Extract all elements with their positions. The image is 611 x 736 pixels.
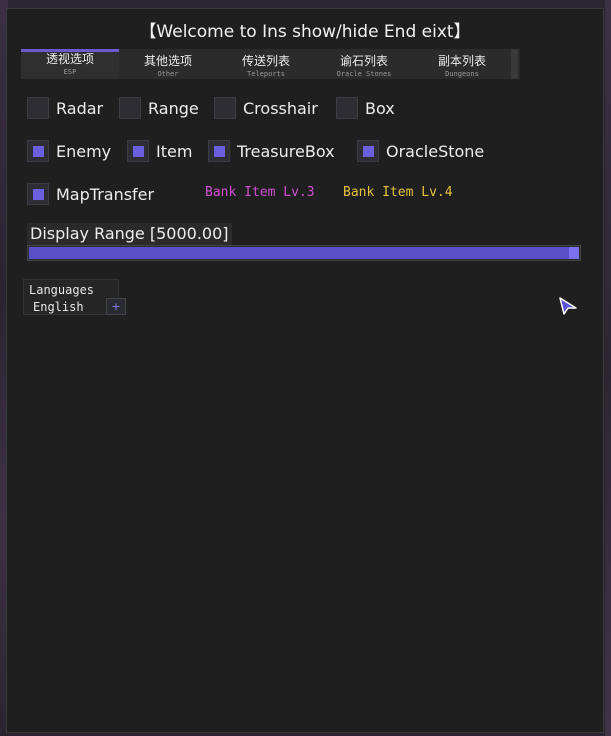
enemy-checkbox[interactable]	[27, 140, 49, 162]
tab-sublabel: ESP	[63, 68, 77, 76]
tab-label: 传送列表	[241, 54, 290, 68]
option-treasurebox[interactable]: TreasureBox	[208, 139, 335, 163]
tab-sublabel: Dungeons	[445, 70, 479, 78]
tab-sublabel: Other	[157, 70, 179, 78]
option-box[interactable]: Box	[336, 96, 395, 120]
option-item[interactable]: Item	[127, 139, 192, 163]
radar-label: Radar	[56, 98, 104, 118]
tab-label: 其他选项	[143, 54, 192, 68]
option-oraclestone[interactable]: OracleStone	[357, 139, 484, 163]
item-label: Item	[156, 141, 193, 161]
languages-selected-value: English	[33, 300, 84, 314]
option-radar[interactable]: Radar	[27, 96, 103, 120]
maptransfer-checkbox[interactable]	[27, 183, 49, 205]
slider-grab-handle[interactable]	[569, 247, 579, 259]
radar-checkbox[interactable]	[27, 97, 49, 119]
tab-teleports[interactable]: 传送列表 Teleports	[217, 49, 315, 79]
tab-bar: 透视选项 ESP 其他选项 Other 传送列表 Teleports 谕石列表 …	[21, 49, 520, 79]
box-checkbox[interactable]	[336, 97, 358, 119]
tab-sublabel: Teleports	[247, 70, 285, 78]
option-range[interactable]: Range	[119, 96, 199, 120]
crosshair-checkbox[interactable]	[214, 97, 236, 119]
box-label: Box	[365, 98, 395, 118]
tab-other[interactable]: 其他选项 Other	[119, 49, 217, 79]
enemy-label: Enemy	[56, 141, 112, 161]
tab-label: 副本列表	[437, 54, 486, 68]
range-checkbox[interactable]	[119, 97, 141, 119]
bank-item-lv4-label: Bank Item Lv.4	[343, 185, 453, 200]
tab-bar-end	[511, 49, 518, 79]
tab-label: 透视选项	[45, 52, 94, 66]
treasurebox-checkbox[interactable]	[208, 140, 230, 162]
display-range-label: Display Range [5000.00]	[27, 223, 232, 245]
tab-oracle-stones[interactable]: 谕石列表 Oracle Stones	[315, 49, 413, 79]
slider-fill	[29, 247, 579, 259]
option-enemy[interactable]: Enemy	[27, 139, 111, 163]
item-checkbox[interactable]	[127, 140, 149, 162]
languages-expand-button[interactable]: +	[106, 298, 126, 315]
display-range-slider[interactable]	[27, 245, 581, 261]
treasurebox-label: TreasureBox	[237, 141, 335, 161]
cheat-menu-window: 【Welcome to Ins show/hide End eixt】 透视选项…	[6, 8, 604, 733]
window-title: 【Welcome to Ins show/hide End eixt】	[139, 22, 471, 42]
languages-title: Languages	[29, 283, 95, 297]
tab-esp[interactable]: 透视选项 ESP	[21, 49, 119, 79]
tab-dungeons[interactable]: 副本列表 Dungeons	[413, 49, 511, 79]
range-label: Range	[148, 98, 199, 118]
option-crosshair[interactable]: Crosshair	[214, 96, 318, 120]
mouse-cursor-icon	[559, 297, 577, 315]
option-maptransfer[interactable]: MapTransfer	[27, 182, 154, 206]
maptransfer-label: MapTransfer	[56, 184, 155, 204]
background-right	[605, 0, 611, 736]
oraclestone-label: OracleStone	[386, 141, 485, 161]
oraclestone-checkbox[interactable]	[357, 140, 379, 162]
languages-combo[interactable]: Languages English	[23, 279, 119, 315]
tab-label: 谕石列表	[339, 54, 388, 68]
tab-sublabel: Oracle Stones	[336, 70, 392, 78]
bank-item-lv3-label: Bank Item Lv.3	[205, 185, 315, 200]
crosshair-label: Crosshair	[243, 98, 318, 118]
